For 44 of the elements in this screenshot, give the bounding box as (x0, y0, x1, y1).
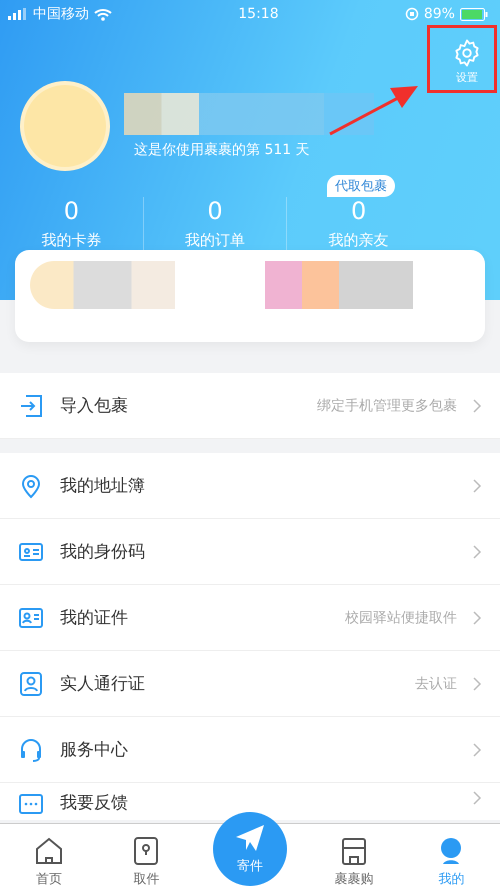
row-hint: 绑定手机管理更多包裹 (317, 396, 457, 414)
headset-icon (18, 736, 44, 762)
chevron-right-icon (473, 676, 482, 690)
chevron-right-icon (473, 478, 482, 492)
person-icon (18, 670, 44, 696)
chevron-right-icon (473, 610, 482, 624)
battery-percent: 89% (424, 6, 455, 22)
tab[interactable]: 裹裹购 (305, 836, 402, 888)
rotation-lock-icon (404, 7, 419, 21)
row-label: 我的地址簿 (60, 475, 146, 497)
row-label: 服务中心 (60, 739, 129, 761)
battery-icon (460, 8, 488, 20)
wifi-icon (94, 8, 112, 20)
paper-plane-icon (234, 823, 266, 853)
menu-row[interactable]: 我的身份码 (0, 519, 500, 585)
row-label: 实人通行证 (60, 673, 146, 695)
tab[interactable]: 首页 (0, 836, 98, 888)
row-label: 我的身份码 (60, 541, 146, 563)
menu-row[interactable]: 实人通行证 去认证 (0, 651, 500, 717)
row-hint: 去认证 (415, 674, 457, 692)
chat-dots-icon (18, 791, 44, 817)
signal-icon (8, 8, 28, 20)
import-icon (18, 392, 44, 418)
chevron-right-icon (473, 544, 482, 558)
tab[interactable]: 我的 (402, 836, 500, 888)
menu-row[interactable]: 我的地址簿 (0, 453, 500, 519)
import-row[interactable]: 导入包裹 绑定手机管理更多包裹 (0, 373, 500, 439)
chevron-right-icon (473, 742, 482, 756)
chevron-right-icon (473, 398, 482, 412)
usage-days-text: 这是你使用裹裹的第 511 天 (134, 141, 311, 159)
menu-row[interactable]: 我的证件 校园驿站便捷取件 (0, 585, 500, 651)
menu-row[interactable]: 服务中心 (0, 717, 500, 783)
chevron-right-icon (473, 791, 482, 805)
row-label: 我要反馈 (60, 792, 129, 814)
row-label: 我的证件 (60, 607, 129, 629)
row-label: 导入包裹 (60, 395, 129, 417)
tab[interactable]: 取件 (98, 836, 195, 888)
carrier-name: 中国移动 (33, 5, 89, 23)
pickup-badge[interactable]: 代取包裹 (327, 175, 395, 197)
promo-card[interactable] (15, 250, 485, 342)
row-hint: 校园驿站便捷取件 (345, 608, 457, 626)
status-time: 15:18 (238, 6, 279, 22)
send-button[interactable]: 寄件 (213, 812, 287, 886)
highlight-frame (427, 25, 497, 93)
